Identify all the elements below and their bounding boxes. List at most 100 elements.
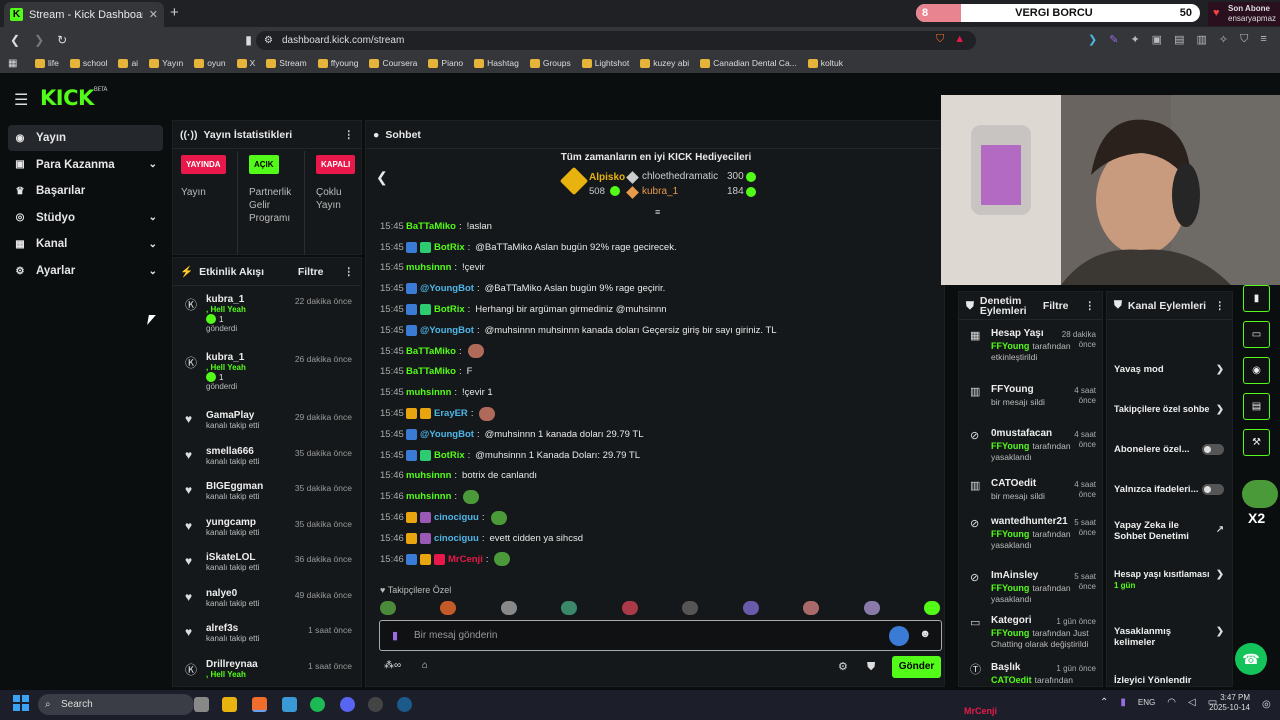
channel-action-item[interactable]: Abonelere özel...	[1107, 444, 1232, 455]
chat-message[interactable]: 15:45 BaTTaMiko: !aslan	[380, 216, 940, 237]
chat-message[interactable]: 15:45 BotRix: Herhangi bir argüman girmedi…	[380, 299, 940, 320]
close-tab-icon[interactable]: ✕	[149, 8, 158, 21]
reload-icon[interactable]: ↻	[57, 33, 67, 47]
activity-more-icon[interactable]: ⋮	[344, 266, 355, 278]
channel-action-item[interactable]: Yapay Zeka ile Sohbet Denetimi ↗	[1107, 520, 1232, 542]
hamburger-menu-icon[interactable]: ☰	[14, 90, 28, 110]
wallet-icon[interactable]: ▥	[1196, 33, 1206, 46]
quick-action-clip-icon[interactable]: ▮	[1243, 285, 1270, 312]
mod-action-item[interactable]: ▥ CATOedit 4 saat önce bir mesajı sildi	[959, 478, 1102, 516]
quick-action-chat-icon[interactable]: ▭	[1243, 321, 1270, 348]
brave-rewards-icon[interactable]: ▲	[954, 33, 965, 46]
bookmark-item[interactable]: ai	[118, 58, 138, 68]
extension-a-icon[interactable]: ❯	[1088, 33, 1097, 46]
photos-icon[interactable]	[282, 697, 297, 712]
chat-message[interactable]: 15:46 muhsinnn: botrix de canlandı	[380, 466, 940, 487]
bookmark-item[interactable]: Lightshot	[581, 58, 629, 68]
activity-item[interactable]: ♥ iSkateLOL 36 dakika önce kanalı takip ett…	[173, 552, 361, 588]
chat-message[interactable]: 15:45 @YoungBot: @muhsinnn 1 kanada doları…	[380, 424, 940, 445]
mod-shield-icon[interactable]: ⛊	[867, 661, 875, 673]
quick-action-tools-icon[interactable]: ⚒	[1243, 429, 1270, 456]
mod-action-item[interactable]: ▭ Kategori 1 gün önce FFYoung tarafından Jus…	[959, 615, 1102, 662]
channel-action-item[interactable]: Hesap yaşı kısıtlaması 1 gün ❯	[1107, 569, 1232, 591]
spotify-icon[interactable]	[310, 697, 325, 712]
quick-action-layout-icon[interactable]: ▤	[1243, 393, 1270, 420]
activity-item[interactable]: Ⓚkubra_1 22 dakika önce, Hell Yeah 1 gönder…	[173, 294, 361, 352]
message-user[interactable]: MrCenji	[448, 554, 483, 565]
message-user[interactable]: BaTTaMiko	[406, 366, 456, 377]
message-user[interactable]: @YoungBot	[420, 325, 474, 336]
emoji-icon[interactable]: ☻	[919, 628, 931, 640]
channel-action-item[interactable]: Yasaklanmış kelimeler ❯	[1107, 626, 1232, 648]
points-icon[interactable]: ⁂∞	[384, 660, 401, 671]
brave-shield-icon[interactable]: ⛉	[936, 33, 944, 46]
activity-item[interactable]: ♥ smella666 35 dakika önce kanalı takip ett…	[173, 446, 361, 482]
channel-action-item[interactable]: İzleyici Yönlendir	[1107, 675, 1232, 686]
taskbar-search[interactable]: ⌕ Search	[38, 694, 194, 715]
mod-action-item[interactable]: ⊘ 0mustafacan 4 saat önce FFYoung tarafından…	[959, 428, 1102, 478]
chat-message[interactable]: 15:45 @YoungBot: @muhsinnn muhsinnn kanada…	[380, 320, 940, 341]
channel-action-item[interactable]: Takipçilere özel sohbe ❯	[1107, 404, 1232, 415]
channel-actions-more-icon[interactable]: ⋮	[1215, 300, 1226, 312]
nav-item-0[interactable]: ◉ Yayın	[8, 125, 163, 151]
bookmark-item[interactable]: oyun	[194, 58, 226, 68]
brave-browser-icon[interactable]	[252, 697, 267, 712]
message-user[interactable]: muhsinnn	[406, 470, 451, 481]
url-field[interactable]: ⚙ dashboard.kick.com/stream	[256, 31, 976, 50]
activity-item[interactable]: ♥ GamaPlay 29 dakika önce kanalı takip etti	[173, 410, 361, 446]
mod-more-icon[interactable]: ⋮	[1085, 300, 1096, 311]
mod-filter-button[interactable]: Filtre	[1043, 300, 1069, 311]
bookmark-item[interactable]: Stream	[266, 58, 307, 68]
chat-message[interactable]: 15:45 ErayER:	[380, 403, 940, 424]
puzzle-icon[interactable]: ✦	[1130, 33, 1139, 46]
wifi-icon[interactable]: ◠	[1167, 697, 1176, 708]
activity-item[interactable]: ♥ BIGEggman 35 dakika önce kanalı takip ett…	[173, 481, 361, 517]
bookmark-item[interactable]: Piano	[428, 58, 463, 68]
message-user[interactable]: BotRix	[434, 304, 465, 315]
taskview-icon[interactable]	[194, 697, 209, 712]
activity-item[interactable]: ♥ alref3s 1 saat önce kanalı takip etti	[173, 623, 361, 659]
mod-action-item[interactable]: ⊘ ImAinsley 5 saat önce FFYoung tarafından y…	[959, 570, 1102, 615]
volume-icon[interactable]: ◁	[1188, 697, 1196, 708]
send-button[interactable]: Gönder	[892, 656, 941, 678]
chat-message[interactable]: 15:45 @YoungBot: @BaTTaMiko Aslan bugün 9%…	[380, 278, 940, 299]
mod-action-item[interactable]: ▥ FFYoung 4 saat önce bir mesajı sildi	[959, 384, 1102, 428]
chat-message[interactable]: 15:46 MrCenji:	[380, 549, 940, 570]
steam-icon[interactable]	[397, 697, 412, 712]
emote[interactable]	[682, 601, 699, 615]
stats-more-icon[interactable]: ⋮	[344, 129, 355, 141]
emote[interactable]	[803, 601, 820, 615]
bookmark-item[interactable]: life	[35, 58, 59, 68]
vpn-icon[interactable]: ⛉	[1240, 33, 1248, 46]
mod-action-item[interactable]: ▦ Hesap Yaşı 28 dakika önce FFYoung tarafınd…	[959, 328, 1102, 384]
gifters-prev-icon[interactable]: ❮	[376, 169, 388, 186]
kick-logo[interactable]: KICKBETA	[40, 86, 108, 110]
emote[interactable]	[561, 601, 578, 615]
bookmark-item[interactable]: Groups	[529, 58, 571, 68]
emote[interactable]	[863, 601, 880, 615]
message-user[interactable]: cinociguu	[434, 533, 479, 544]
message-user[interactable]: cinociguu	[434, 512, 479, 523]
message-user[interactable]: @YoungBot	[420, 429, 474, 440]
emote[interactable]	[500, 601, 517, 615]
windows-start-icon[interactable]	[13, 695, 29, 711]
message-user[interactable]: BaTTaMiko	[406, 221, 456, 232]
chat-message[interactable]: 15:46 cinociguu: evett cidden ya sihcsd	[380, 528, 940, 549]
chat-message[interactable]: 15:46 muhsinnn:	[380, 486, 940, 507]
chat-message[interactable]: 15:45 BaTTaMiko: F	[380, 362, 940, 383]
bookmark-item[interactable]: Hashtag	[474, 58, 519, 68]
activity-item[interactable]: ♥ nalye0 49 dakika önce kanalı takip etti	[173, 588, 361, 624]
bookmark-item[interactable]: koltuk	[807, 58, 843, 68]
message-user[interactable]: BotRix	[434, 242, 465, 253]
back-icon[interactable]: ❮	[10, 33, 20, 47]
emote[interactable]	[742, 601, 759, 615]
tray-up-icon[interactable]: ⌃	[1100, 697, 1108, 708]
emote[interactable]	[621, 601, 638, 615]
bookmark-icon[interactable]: ▮	[245, 33, 252, 47]
message-user[interactable]: BotRix	[434, 450, 465, 461]
channel-action-item[interactable]: Yalnızca ifadeleri...	[1107, 484, 1232, 495]
quick-action-broadcast-icon[interactable]: ◉	[1243, 357, 1270, 384]
clock[interactable]: 3:47 PM 2025-10-14	[1208, 693, 1250, 713]
activity-item[interactable]: Ⓚkubra_1 26 dakika önce, Hell Yeah 1 gönder…	[173, 352, 361, 410]
mic-tray-icon[interactable]: ▮	[1120, 697, 1126, 708]
